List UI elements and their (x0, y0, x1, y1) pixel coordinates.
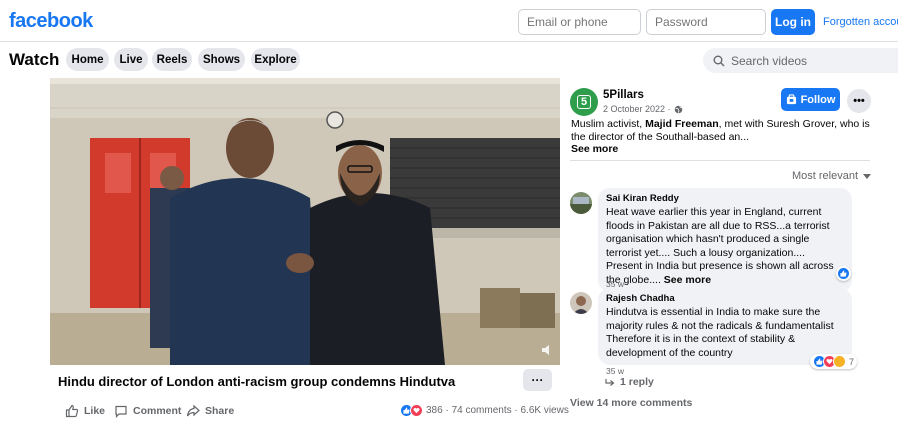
comment-label: Comment (133, 405, 182, 417)
comment-item: Sai Kiran Reddy Heat wave earlier this y… (570, 188, 870, 292)
comment-see-more-link[interactable]: See more (664, 274, 711, 286)
comment-item: Rajesh Chadha Hindutva is essential in I… (570, 288, 870, 378)
post-date[interactable]: 2 October 2022 · (603, 104, 683, 114)
chevron-down-icon (863, 173, 872, 179)
view-more-comments-link[interactable]: View 14 more comments (570, 397, 692, 409)
view-replies-link[interactable]: 1 reply (605, 376, 654, 388)
facebook-logo[interactable]: facebook (9, 10, 93, 33)
thumbs-up-icon (65, 404, 79, 418)
tab-live[interactable]: Live (114, 48, 148, 71)
comment-author[interactable]: Rajesh Chadha (606, 293, 844, 304)
page-title: Watch (9, 50, 60, 69)
like-reaction-icon (837, 267, 850, 280)
tab-shows[interactable]: Shows (198, 48, 245, 71)
video-stats[interactable]: 386 · 74 comments · 6.6K views (400, 404, 569, 417)
login-button[interactable]: Log in (771, 9, 815, 35)
divider (570, 160, 870, 161)
haha-reaction-icon (833, 355, 846, 368)
reaction-count: 7 (849, 356, 855, 367)
password-field[interactable] (646, 9, 766, 35)
reply-label: 1 reply (620, 376, 654, 388)
video-player[interactable] (50, 78, 560, 365)
like-label: Like (84, 405, 106, 417)
caption-text-bold[interactable]: Majid Freeman (645, 118, 719, 130)
like-button[interactable]: Like (65, 404, 105, 418)
comment-text: Heat wave earlier this year in England, … (606, 206, 844, 287)
follow-button[interactable]: Follow (781, 88, 840, 111)
tab-reels[interactable]: Reels (152, 48, 192, 71)
search-videos-input[interactable]: Search videos (703, 48, 898, 73)
caption-see-more-link[interactable]: See more (571, 143, 618, 155)
forgotten-account-link[interactable]: Forgotten accou (823, 16, 898, 28)
love-reaction-icon (410, 404, 423, 417)
comment-bubble: Sai Kiran Reddy Heat wave earlier this y… (598, 188, 852, 292)
comment-author[interactable]: Sai Kiran Reddy (606, 193, 844, 204)
comment-sort-dropdown[interactable]: Most relevant (792, 170, 872, 182)
search-placeholder: Search videos (731, 53, 808, 68)
comment-reactions[interactable]: 7 (810, 354, 858, 369)
page-avatar[interactable]: 5 (570, 88, 598, 116)
stats-text: 386 · 74 comments · 6.6K views (426, 405, 569, 416)
follow-label: Follow (800, 93, 836, 106)
video-more-button[interactable]: ··· (523, 369, 552, 391)
share-label: Share (205, 405, 235, 417)
page-avatar-text: 5 (576, 95, 592, 109)
reply-arrow-icon (605, 378, 615, 386)
comment-body: Heat wave earlier this year in England, … (606, 206, 834, 286)
caption-text-pre: Muslim activist, (571, 118, 646, 130)
reaction-icons (400, 404, 423, 417)
post-date-text: 2 October 2022 · (603, 104, 671, 114)
sort-label: Most relevant (792, 170, 859, 182)
email-field[interactable] (518, 9, 641, 35)
post-more-button[interactable]: ••• (847, 89, 871, 113)
comment-text: Hindutva is essential in India to make s… (606, 306, 834, 359)
tab-explore[interactable]: Explore (251, 48, 300, 71)
share-button[interactable]: Share (186, 404, 234, 418)
post-caption: Muslim activist, Majid Freeman, met with… (571, 118, 871, 144)
comment-timestamp[interactable]: 35 w (606, 366, 624, 376)
watch-nav-bar: Watch Home Live Reels Shows Explore Sear… (0, 42, 898, 76)
avatar[interactable] (570, 192, 592, 214)
volume-icon[interactable] (540, 343, 554, 357)
video-frame (50, 78, 560, 365)
tab-home[interactable]: Home (66, 48, 109, 71)
comment-icon (115, 405, 127, 418)
search-icon (713, 55, 725, 66)
page-name[interactable]: 5Pillars (603, 89, 644, 101)
video-title: Hindu director of London anti-racism gro… (58, 374, 456, 389)
comment-button[interactable]: Comment (114, 404, 181, 418)
globe-icon (674, 105, 682, 113)
comment-bubble: Rajesh Chadha Hindutva is essential in I… (598, 288, 852, 365)
comment-reactions[interactable] (836, 266, 851, 281)
avatar[interactable] (570, 292, 592, 314)
share-icon (186, 404, 200, 417)
top-bar: facebook Log in Forgotten accou (0, 0, 898, 42)
follow-icon (786, 94, 796, 105)
